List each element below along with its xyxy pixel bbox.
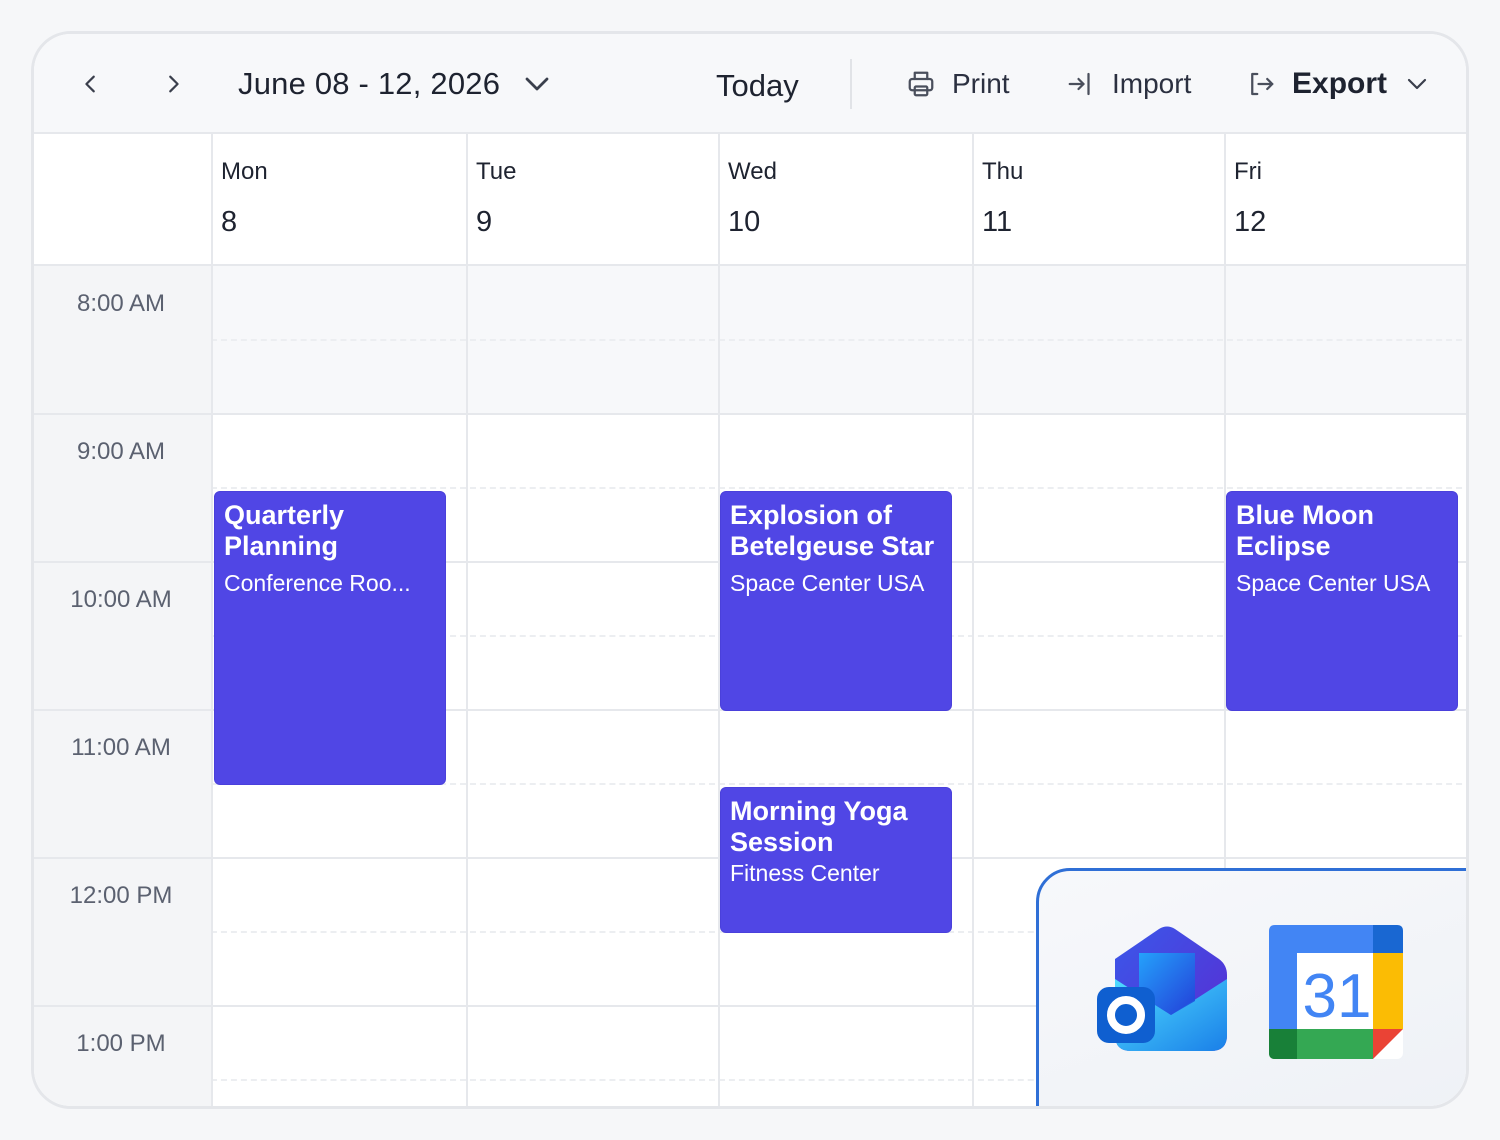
day-of-week: Thu bbox=[982, 158, 1024, 185]
toolbar-divider bbox=[850, 59, 852, 109]
prev-week-button[interactable] bbox=[71, 64, 111, 104]
printer-icon bbox=[908, 71, 934, 97]
column-divider bbox=[211, 266, 213, 1106]
time-label: 1:00 PM bbox=[76, 1030, 166, 1057]
date-range-label: June 08 - 12, 2026 bbox=[238, 66, 501, 101]
half-hour-line bbox=[211, 487, 1466, 489]
day-header-thu[interactable]: Thu 11 bbox=[972, 134, 1224, 266]
export-icon bbox=[1251, 72, 1274, 96]
date-range-picker[interactable]: June 08 - 12, 2026 bbox=[238, 64, 552, 104]
day-of-week: Wed bbox=[728, 158, 777, 185]
day-header-fri[interactable]: Fri 12 bbox=[1224, 134, 1466, 266]
event-blue-moon-eclipse[interactable]: Blue Moon Eclipse Space Center USA bbox=[1226, 491, 1458, 711]
time-label: 8:00 AM bbox=[76, 290, 166, 317]
time-label: 10:00 AM bbox=[70, 586, 172, 613]
hour-line bbox=[34, 413, 1466, 415]
chevron-right-icon bbox=[169, 75, 179, 93]
time-gutter bbox=[34, 266, 211, 1106]
day-number: 10 bbox=[728, 206, 761, 238]
event-title: Explosion of Betelgeuse Star bbox=[730, 500, 935, 561]
day-header-tue[interactable]: Tue 9 bbox=[466, 134, 718, 266]
calendar-window: June 08 - 12, 2026 Today Print Import Ex… bbox=[31, 31, 1469, 1109]
event-quarterly-planning[interactable]: Quarterly Planning Conference Roo... bbox=[214, 491, 446, 785]
half-hour-line bbox=[211, 339, 1466, 341]
event-title: Morning Yoga Session bbox=[730, 796, 908, 857]
day-number: 11 bbox=[982, 206, 1013, 238]
event-morning-yoga-session[interactable]: Morning Yoga Session Fitness Center bbox=[720, 787, 952, 933]
export-button[interactable]: Export bbox=[1246, 62, 1429, 106]
time-label: 11:00 AM bbox=[71, 734, 171, 761]
day-number: 8 bbox=[221, 206, 238, 238]
day-of-week: Fri bbox=[1234, 158, 1262, 185]
chevron-left-icon bbox=[85, 75, 95, 93]
event-location: Space Center USA bbox=[730, 570, 925, 596]
column-divider bbox=[972, 266, 974, 1106]
today-label: Today bbox=[716, 68, 799, 103]
print-button[interactable]: Print bbox=[906, 62, 1010, 106]
day-header-mon[interactable]: Mon 8 bbox=[211, 134, 466, 266]
day-header-wed[interactable]: Wed 10 bbox=[718, 134, 972, 266]
outlook-icon[interactable] bbox=[1095, 923, 1235, 1059]
day-of-week: Mon bbox=[221, 158, 268, 185]
event-location: Space Center USA bbox=[1236, 570, 1431, 596]
print-label: Print bbox=[952, 68, 1010, 99]
event-title: Quarterly Planning bbox=[224, 500, 345, 561]
day-header-row: Mon 8 Tue 9 Wed 10 Thu 11 Fri 12 bbox=[34, 134, 1466, 266]
import-label: Import bbox=[1112, 68, 1192, 99]
export-label: Export bbox=[1292, 67, 1388, 100]
toolbar: June 08 - 12, 2026 Today Print Import Ex… bbox=[34, 34, 1466, 134]
calendar-day-number: 31 bbox=[1303, 962, 1372, 1031]
day-of-week: Tue bbox=[476, 158, 517, 185]
import-icon bbox=[1068, 72, 1090, 96]
chevron-down-icon bbox=[525, 77, 549, 91]
event-title: Blue Moon Eclipse bbox=[1236, 500, 1374, 561]
day-number: 9 bbox=[476, 206, 493, 238]
day-number: 12 bbox=[1234, 206, 1267, 238]
column-divider bbox=[466, 266, 468, 1106]
time-label: 12:00 PM bbox=[69, 882, 173, 909]
next-week-button[interactable] bbox=[153, 64, 193, 104]
today-button[interactable]: Today bbox=[716, 64, 799, 108]
import-button[interactable]: Import bbox=[1066, 62, 1191, 106]
chevron-down-icon bbox=[1407, 78, 1427, 90]
event-explosion-of-betelgeuse-star[interactable]: Explosion of Betelgeuse Star Space Cente… bbox=[720, 491, 952, 711]
calendar-integrations-panel: 31 bbox=[1036, 868, 1466, 1106]
google-calendar-icon[interactable]: 31 bbox=[1269, 925, 1403, 1059]
event-location: Conference Roo... bbox=[224, 570, 411, 596]
event-location: Fitness Center bbox=[730, 860, 880, 886]
time-label: 9:00 AM bbox=[76, 438, 166, 465]
